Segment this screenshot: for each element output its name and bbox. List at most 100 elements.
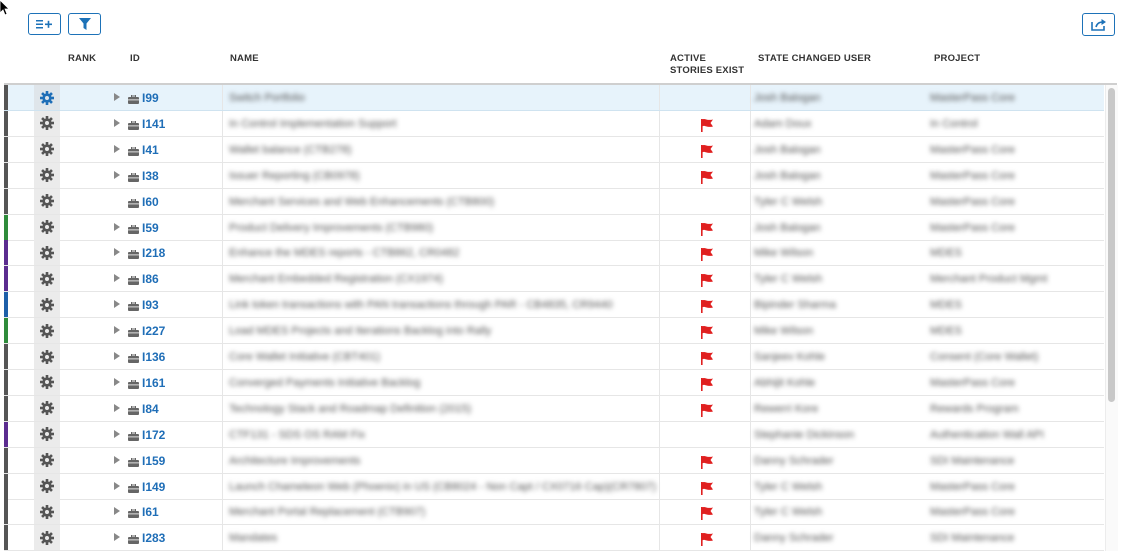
expand-row-triangle-icon[interactable] (114, 507, 120, 516)
row-actions-button[interactable] (34, 318, 60, 344)
row-id-link[interactable]: I159 (142, 454, 165, 468)
row-actions-button[interactable] (34, 266, 60, 292)
expand-row-triangle-icon[interactable] (114, 222, 120, 231)
table-row[interactable]: I218 Enhance the MDES reports - CTB862, C… (4, 240, 1104, 267)
column-header-project[interactable]: PROJECT (934, 53, 980, 65)
row-id-link[interactable]: I149 (142, 480, 165, 494)
column-divider (222, 369, 223, 395)
table-row[interactable]: I159 Architecture Improvements Danny Schra… (4, 447, 1104, 474)
row-id-link[interactable]: I141 (142, 117, 165, 131)
expand-row-triangle-icon[interactable] (114, 326, 120, 335)
row-id-link[interactable]: I60 (142, 195, 159, 209)
table-row[interactable]: I38 Issuer Reporting (CB0978) Josh Balogan… (4, 162, 1104, 189)
red-flag-icon (701, 377, 713, 391)
expand-row-triangle-icon[interactable] (114, 144, 120, 153)
gear-icon (40, 401, 54, 416)
row-project: In Control (930, 117, 978, 130)
expand-row-triangle-icon[interactable] (114, 377, 120, 386)
row-id-link[interactable]: I283 (142, 531, 165, 545)
row-id-link[interactable]: I41 (142, 143, 159, 157)
expand-row-triangle-icon[interactable] (114, 429, 120, 438)
expand-row-triangle-icon[interactable] (114, 170, 120, 179)
row-name: Wallet balance (CTB278) (229, 143, 352, 156)
row-id-link[interactable]: I218 (142, 246, 165, 260)
row-id-link[interactable]: I59 (142, 221, 159, 235)
row-id-link[interactable]: I61 (142, 505, 159, 519)
table-row[interactable]: I161 Converged Payments Initiative Backlo… (4, 369, 1104, 396)
export-button[interactable] (1082, 13, 1115, 36)
table-row[interactable]: I84 Technology Stack and Roadmap Definiti… (4, 395, 1104, 422)
row-actions-button[interactable] (34, 473, 60, 499)
row-project: MasterPass Core (930, 376, 1015, 389)
gear-icon (40, 530, 54, 545)
column-header-id[interactable]: ID (130, 53, 140, 65)
expand-row-triangle-icon[interactable] (114, 274, 120, 283)
vertical-scrollbar[interactable] (1105, 85, 1118, 551)
row-id-link[interactable]: I84 (142, 402, 159, 416)
row-actions-button[interactable] (34, 499, 60, 525)
row-id-link[interactable]: I99 (142, 91, 159, 105)
expand-row-triangle-icon[interactable] (114, 352, 120, 360)
row-actions-button[interactable] (34, 240, 60, 266)
expand-row-triangle-icon[interactable] (114, 481, 120, 490)
table-row[interactable]: I60 Merchant Services and Web Enhancement… (4, 188, 1104, 215)
row-actions-button[interactable] (34, 188, 60, 214)
add-to-list-button[interactable] (28, 13, 61, 35)
expand-row-triangle-icon[interactable] (114, 93, 120, 101)
table-row[interactable]: I93 Link token transactions with PAN tran… (4, 292, 1104, 319)
expand-row-triangle-icon[interactable] (114, 403, 120, 412)
row-actions-button[interactable] (34, 421, 60, 447)
row-id-link[interactable]: I136 (142, 350, 165, 364)
column-header-state-changed-user[interactable]: STATE CHANGED USER (758, 53, 871, 65)
row-color-strip (4, 421, 8, 447)
row-actions-button[interactable] (34, 214, 60, 240)
portfolio-item-briefcase-icon (128, 169, 139, 182)
filter-button[interactable] (68, 13, 101, 35)
table-row[interactable]: I149 Launch Chameleon Web (Phoenix) in US… (4, 473, 1104, 500)
row-actions-button[interactable] (34, 447, 60, 473)
column-divider (750, 240, 751, 266)
row-id-link[interactable]: I172 (142, 428, 165, 442)
row-actions-button[interactable] (34, 395, 60, 421)
scrollbar-thumb[interactable] (1108, 88, 1115, 402)
row-id-link[interactable]: I93 (142, 298, 159, 312)
table-row[interactable]: I283 Mandates Danny Schrader SDI Maintenanc… (4, 525, 1104, 551)
table-row[interactable]: I86 Merchant Embedded Registration (CX197… (4, 266, 1104, 293)
row-actions-button[interactable] (34, 85, 60, 110)
expand-row-triangle-icon[interactable] (114, 533, 120, 542)
table-row[interactable]: I41 Wallet balance (CTB278) Josh Balogan Ma… (4, 136, 1104, 163)
expand-row-triangle-icon[interactable] (114, 455, 120, 464)
column-header-rank[interactable]: RANK (68, 53, 96, 65)
row-actions-button[interactable] (34, 369, 60, 395)
portfolio-item-briefcase-icon (128, 505, 139, 519)
column-header-name[interactable]: NAME (230, 53, 259, 65)
row-id-link[interactable]: I161 (142, 376, 165, 390)
expand-row-triangle-icon[interactable] (114, 118, 120, 127)
row-actions-button[interactable] (34, 110, 60, 136)
row-actions-button[interactable] (34, 525, 60, 551)
table-row[interactable]: I99 Switch Portfolio Josh Balogan MasterPas… (4, 85, 1104, 111)
table-row[interactable]: I172 CTF131 - SDS OS RAM Fix Stephanie Dic… (4, 421, 1104, 448)
column-divider (222, 447, 223, 473)
table-row[interactable]: I141 In Control Implementation Support Ada… (4, 110, 1104, 137)
row-actions-button[interactable] (34, 162, 60, 188)
table-row[interactable]: I61 Merchant Portal Replacement (CTB907) T… (4, 499, 1104, 526)
column-divider (222, 240, 223, 266)
row-id-link[interactable]: I227 (142, 324, 165, 338)
row-actions-button[interactable] (34, 344, 60, 369)
expand-row-triangle-icon[interactable] (114, 248, 120, 257)
row-id-link[interactable]: I38 (142, 169, 159, 183)
column-divider (222, 318, 223, 344)
row-id-link[interactable]: I86 (142, 272, 159, 286)
row-actions-button[interactable] (34, 292, 60, 318)
row-actions-button[interactable] (34, 136, 60, 162)
row-state-changed-user: Tyler C Welsh (754, 273, 823, 286)
row-state-changed-user: Tyler C Welsh (754, 480, 823, 493)
table-row[interactable]: I227 Load MDES Projects and Iterations Ba… (4, 318, 1104, 345)
portfolio-item-briefcase-icon (128, 117, 139, 130)
expand-row-triangle-icon[interactable] (114, 300, 120, 309)
table-row[interactable]: I136 Core Wallet Initiative (CBT401) Sanje… (4, 344, 1104, 370)
table-row[interactable]: I59 Product Delivery Improvements (CTB980… (4, 214, 1104, 241)
column-divider (659, 499, 660, 525)
column-header-active-stories-exist[interactable]: ACTIVE STORIES EXIST (670, 53, 744, 77)
